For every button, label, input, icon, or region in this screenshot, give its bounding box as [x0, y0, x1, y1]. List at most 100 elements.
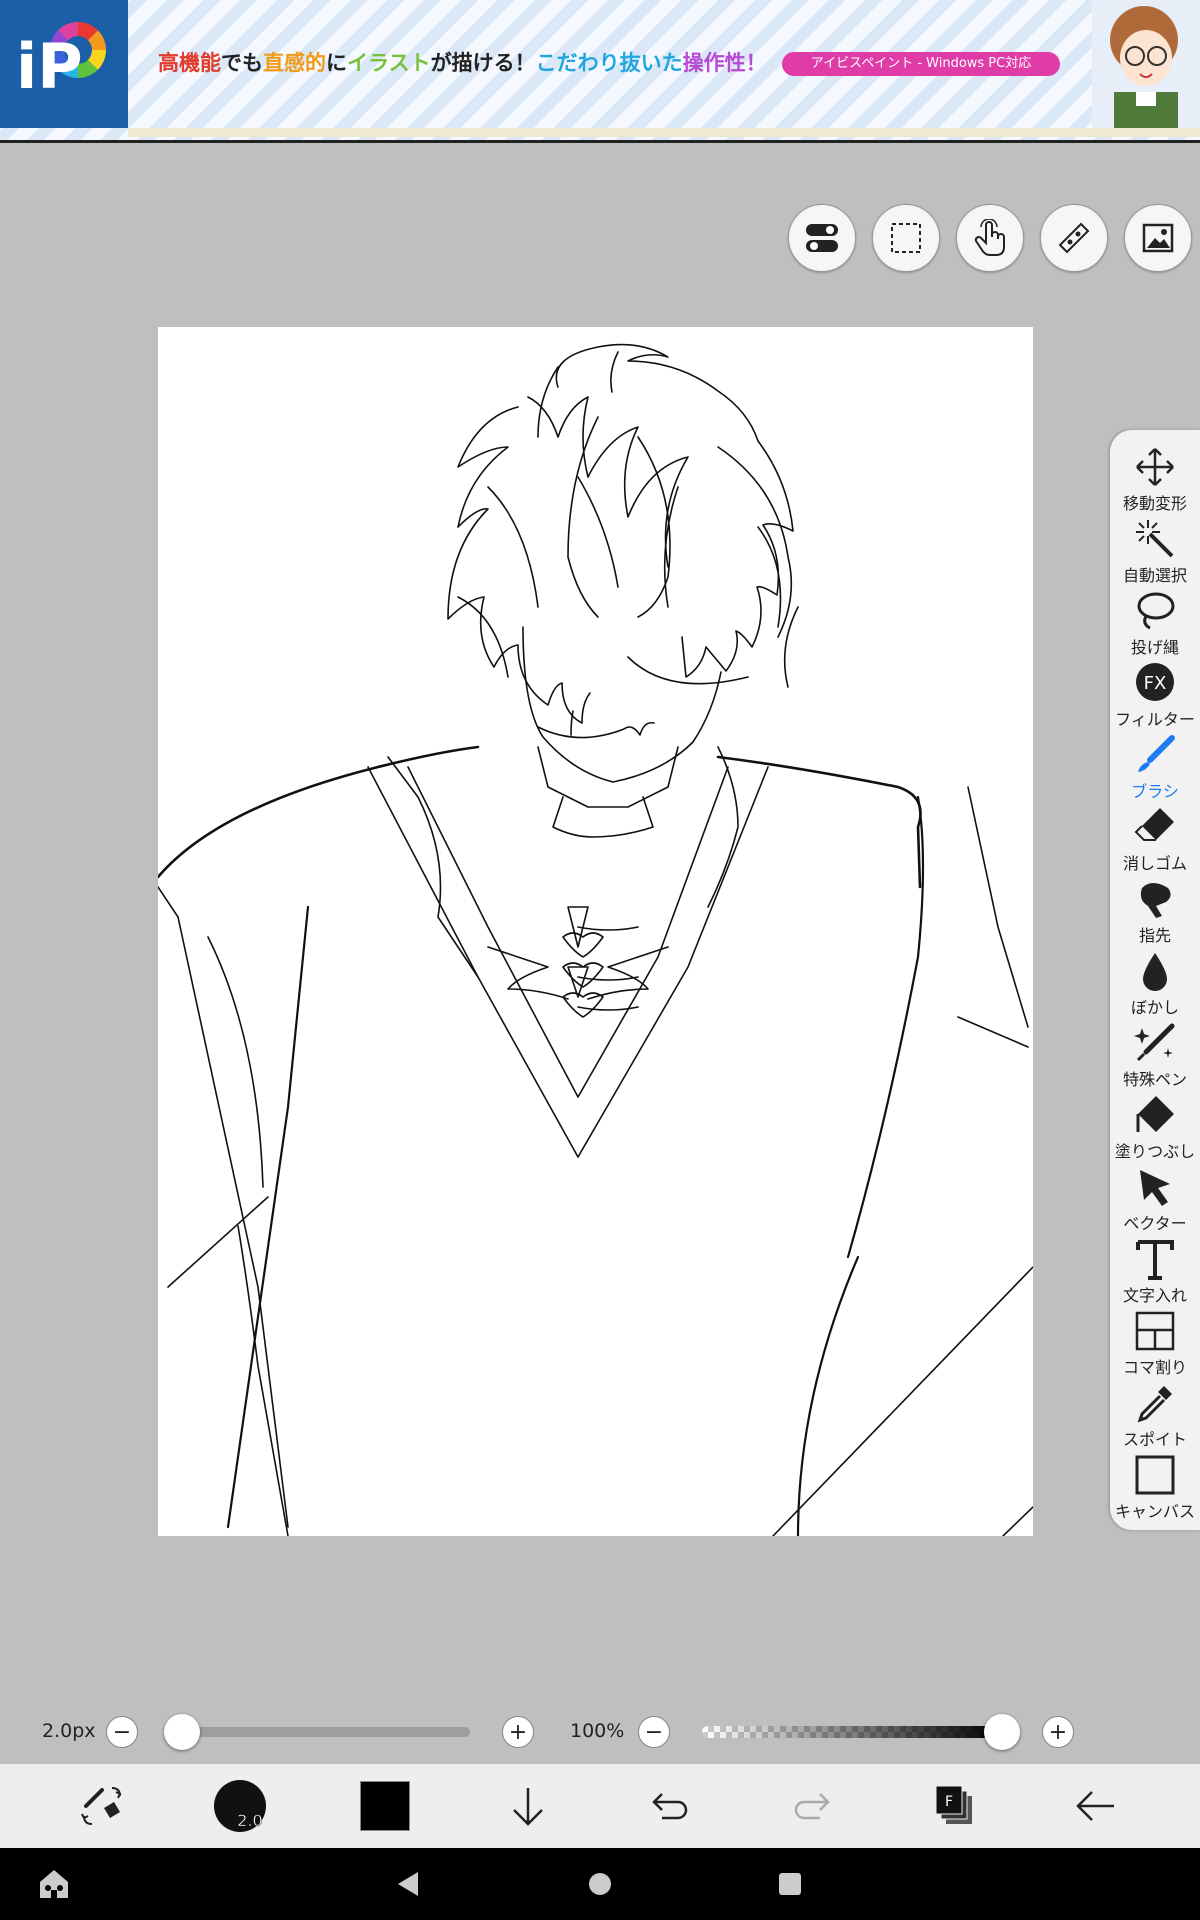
tool-label: フィルター — [1115, 710, 1195, 729]
tool-label: 塗りつぶし — [1114, 1142, 1196, 1161]
blur-icon — [1143, 953, 1167, 991]
tool-label: ぼかし — [1130, 998, 1179, 1017]
tool-label: スポイト — [1122, 1430, 1187, 1449]
tool-frame-divider[interactable]: コマ割り — [1110, 1308, 1200, 1380]
tool-move-transform[interactable]: 移動変形 — [1110, 444, 1200, 516]
tool-label: ベクター — [1123, 1214, 1187, 1233]
ad-headline-part: 高機能 — [158, 51, 221, 75]
opacity-slider[interactable] — [702, 1726, 1002, 1738]
tool-special-pen[interactable]: 特殊ペン — [1110, 1020, 1200, 1092]
nav-recents-icon — [779, 1873, 801, 1895]
fill-icon — [1136, 1096, 1174, 1132]
ad-headline-part: 操作性！ — [682, 51, 767, 75]
svg-text:FX: FX — [1144, 673, 1167, 694]
eraser-icon — [1134, 808, 1174, 841]
tool-eraser[interactable]: 消しゴム — [1110, 804, 1200, 876]
tool-label: 投げ縄 — [1130, 638, 1179, 657]
ruler-button[interactable] — [1040, 204, 1108, 272]
undo-icon — [652, 1793, 688, 1820]
brush-size-slider[interactable] — [176, 1727, 470, 1737]
tool-magic-wand[interactable]: 自動選択 — [1110, 516, 1200, 588]
frame-divider-icon — [1135, 1311, 1175, 1351]
tool-label: 特殊ペン — [1122, 1070, 1187, 1089]
tool-text[interactable]: 文字入れ — [1110, 1236, 1200, 1308]
image-icon — [1142, 223, 1174, 253]
vector-icon — [1140, 1170, 1170, 1206]
nav-home-button[interactable] — [584, 1868, 616, 1904]
tool-label: ブラシ — [1131, 782, 1179, 801]
layers-icon: F — [935, 1785, 972, 1824]
layers-button[interactable]: F — [914, 1764, 994, 1848]
color-button[interactable] — [345, 1764, 425, 1848]
brush-eraser-swap-icon — [81, 1787, 122, 1825]
toggle-button[interactable] — [788, 204, 856, 272]
tool-label: 自動選択 — [1122, 566, 1187, 585]
brush-size-text: 2.0 — [237, 1811, 262, 1830]
ad-logo[interactable]: iP — [0, 0, 128, 128]
tool-label: 消しゴム — [1122, 854, 1187, 873]
special-pen-icon — [1134, 1023, 1175, 1062]
tool-vector[interactable]: ベクター — [1110, 1164, 1200, 1236]
brush-size-button[interactable]: 2.0 — [200, 1764, 280, 1848]
tool-label: キャンバス — [1114, 1502, 1195, 1521]
reference-image-button[interactable] — [1124, 204, 1192, 272]
ad-headline-part: イラスト — [347, 51, 431, 75]
keyboard-switch-icon — [40, 1870, 68, 1898]
magic-wand-icon — [1136, 520, 1174, 558]
tool-smudge[interactable]: 指先 — [1110, 876, 1200, 948]
tool-label: 指先 — [1138, 926, 1171, 945]
brush-size-slider-thumb[interactable] — [163, 1714, 200, 1750]
opacity-value: 100% — [570, 1720, 625, 1742]
touch-icon — [974, 219, 1005, 256]
tool-blur[interactable]: ぼかし — [1110, 948, 1200, 1020]
tool-fill[interactable]: 塗りつぶし — [1110, 1092, 1200, 1164]
tool-label: 移動変形 — [1122, 494, 1187, 513]
drawing-canvas[interactable] — [156, 327, 1034, 1538]
tool-lasso[interactable]: 投げ縄 — [1110, 588, 1200, 660]
back-icon — [1076, 1791, 1114, 1821]
tool-label: コマ割り — [1122, 1358, 1187, 1377]
tool-canvas[interactable]: キャンバス — [1110, 1452, 1200, 1524]
touch-button[interactable] — [956, 204, 1024, 272]
brush-eraser-swap-button[interactable] — [60, 1764, 140, 1848]
bottom-toolbar: 2.0 F — [0, 1764, 1200, 1848]
brush-size-icon: 2.0 — [214, 1780, 266, 1832]
brush-size-value: 2.0px — [42, 1720, 96, 1742]
ad-headline-part: が描ける！ — [430, 51, 536, 75]
accessibility-button[interactable] — [36, 1866, 72, 1906]
nav-back-icon — [398, 1872, 418, 1896]
ad-mascot-image — [1092, 0, 1200, 128]
nav-home-icon — [589, 1873, 611, 1895]
download-icon — [513, 1788, 543, 1826]
ad-headline-part: こだわり抜いた — [535, 51, 683, 75]
back-button[interactable] — [1056, 1764, 1136, 1848]
layer-badge: F — [945, 1794, 953, 1810]
lasso-icon — [1137, 592, 1175, 630]
text-icon — [1136, 1240, 1174, 1280]
move-icon — [1136, 448, 1174, 486]
nav-back-button[interactable] — [392, 1868, 424, 1904]
ad-badge[interactable]: アイビスペイント - Windows PC対応 — [782, 52, 1060, 76]
fx-icon: FX — [1136, 663, 1174, 701]
ad-banner[interactable]: iP 高機能でも直感的にイラストが描ける！こだわり抜いた操作性！ アイビスペイン… — [0, 0, 1200, 143]
ruler-icon — [1058, 222, 1090, 254]
opacity-decrease-button[interactable]: − — [638, 1716, 670, 1748]
tool-panel: 移動変形 自動選択 投げ縄 FX フィルター ブラシ 消しゴム 指先 ぼかし 特… — [1110, 430, 1200, 1530]
tool-filter[interactable]: FX フィルター — [1110, 660, 1200, 732]
finger-icon — [1140, 883, 1171, 918]
tool-eyedropper[interactable]: スポイト — [1110, 1380, 1200, 1452]
nav-recents-button[interactable] — [774, 1868, 806, 1904]
eyedropper-icon — [1137, 1386, 1172, 1423]
undo-button[interactable] — [630, 1764, 710, 1848]
size-decrease-button[interactable]: − — [106, 1716, 138, 1748]
ad-headline-part: に — [326, 51, 347, 75]
size-increase-button[interactable]: + — [502, 1716, 534, 1748]
color-swatch — [360, 1781, 410, 1831]
tool-brush[interactable]: ブラシ — [1110, 732, 1200, 804]
ad-logo-text: iP — [16, 30, 83, 103]
selection-button[interactable] — [872, 204, 940, 272]
opacity-increase-button[interactable]: + — [1042, 1716, 1074, 1748]
download-button[interactable] — [488, 1764, 568, 1848]
opacity-slider-thumb[interactable] — [984, 1714, 1020, 1750]
redo-button[interactable] — [772, 1764, 852, 1848]
